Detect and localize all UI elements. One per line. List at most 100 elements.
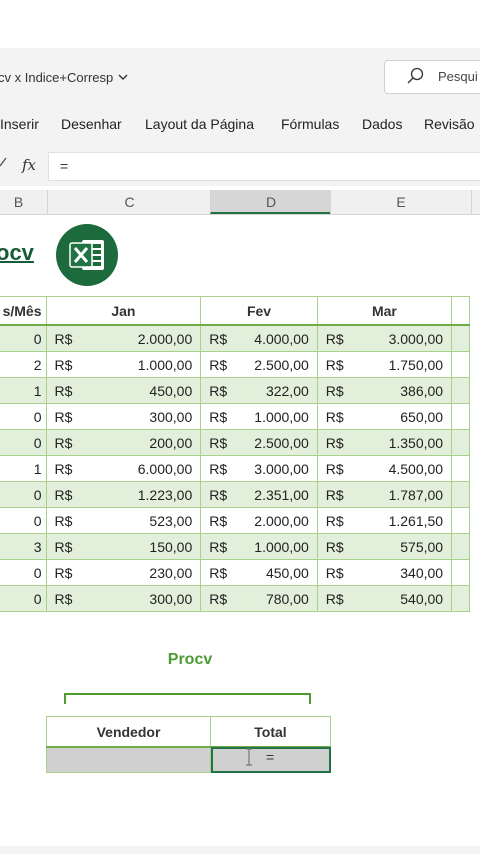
- mar-value-cell[interactable]: 540,00: [355, 585, 453, 612]
- currency-cell[interactable]: R$: [45, 533, 98, 560]
- currency-cell[interactable]: R$: [316, 507, 356, 534]
- chevron-down-icon[interactable]: [117, 70, 129, 85]
- currency-cell[interactable]: R$: [200, 324, 240, 352]
- formula-input[interactable]: [48, 152, 480, 181]
- insert-function-icon[interactable]: fx: [22, 156, 36, 174]
- currency-cell[interactable]: R$: [200, 507, 240, 534]
- fev-value-cell[interactable]: 2.500,00: [239, 429, 318, 456]
- vendedor-input-cell[interactable]: [46, 746, 211, 773]
- currency-cell[interactable]: R$: [200, 481, 240, 508]
- seller-id-cell[interactable]: 0: [0, 324, 47, 352]
- currency-cell[interactable]: R$: [316, 324, 356, 352]
- jan-value-cell[interactable]: 300,00: [97, 585, 202, 612]
- lookup-header-total[interactable]: Total: [210, 716, 331, 748]
- seller-id-cell[interactable]: 0: [0, 559, 47, 586]
- currency-cell[interactable]: R$: [200, 559, 240, 586]
- next-column-cell[interactable]: [451, 403, 470, 430]
- currency-cell[interactable]: R$: [316, 585, 356, 612]
- currency-cell[interactable]: R$: [200, 533, 240, 560]
- tab-desenhar[interactable]: Desenhar: [61, 116, 122, 132]
- currency-cell[interactable]: R$: [200, 455, 240, 482]
- seller-id-cell[interactable]: 0: [0, 481, 47, 508]
- currency-cell[interactable]: R$: [45, 377, 98, 404]
- seller-id-cell[interactable]: 0: [0, 429, 47, 456]
- currency-cell[interactable]: R$: [45, 403, 98, 430]
- fev-value-cell[interactable]: 3.000,00: [239, 455, 318, 482]
- tab-inserir[interactable]: Inserir: [0, 116, 39, 132]
- currency-cell[interactable]: R$: [45, 324, 98, 352]
- currency-cell[interactable]: R$: [200, 377, 240, 404]
- next-column-cell[interactable]: [451, 507, 470, 534]
- seller-id-cell[interactable]: 3: [0, 533, 47, 560]
- next-column-cell[interactable]: [451, 455, 470, 482]
- currency-cell[interactable]: R$: [316, 429, 356, 456]
- currency-cell[interactable]: R$: [316, 455, 356, 482]
- jan-value-cell[interactable]: 450,00: [97, 377, 202, 404]
- tab-revisao[interactable]: Revisão: [424, 116, 475, 132]
- currency-cell[interactable]: R$: [200, 403, 240, 430]
- next-column-cell[interactable]: [451, 324, 470, 352]
- fev-value-cell[interactable]: 1.000,00: [239, 403, 318, 430]
- currency-cell[interactable]: R$: [316, 533, 356, 560]
- seller-id-cell[interactable]: 0: [0, 403, 47, 430]
- fev-value-cell[interactable]: 2.500,00: [239, 351, 318, 378]
- jan-value-cell[interactable]: 1.000,00: [97, 351, 202, 378]
- jan-value-cell[interactable]: 2.000,00: [97, 324, 202, 352]
- header-cell-fev[interactable]: Fev: [200, 296, 318, 326]
- mar-value-cell[interactable]: 3.000,00: [355, 324, 453, 352]
- enter-check-icon[interactable]: [0, 156, 10, 175]
- fev-value-cell[interactable]: 2.000,00: [239, 507, 318, 534]
- formula-value[interactable]: =: [60, 158, 68, 174]
- seller-id-cell[interactable]: 1: [0, 377, 47, 404]
- next-column-cell[interactable]: [451, 377, 470, 404]
- header-cell-seller-month[interactable]: s/Mês: [0, 296, 47, 326]
- currency-cell[interactable]: R$: [45, 559, 98, 586]
- mar-value-cell[interactable]: 575,00: [355, 533, 453, 560]
- fev-value-cell[interactable]: 2.351,00: [239, 481, 318, 508]
- column-header-c[interactable]: C: [47, 190, 211, 214]
- currency-cell[interactable]: R$: [45, 507, 98, 534]
- column-header-b[interactable]: B: [0, 190, 47, 214]
- currency-cell[interactable]: R$: [45, 351, 98, 378]
- lookup-header-vendedor[interactable]: Vendedor: [46, 716, 211, 748]
- next-column-cell[interactable]: [451, 429, 470, 456]
- currency-cell[interactable]: R$: [45, 481, 98, 508]
- mar-value-cell[interactable]: 340,00: [355, 559, 453, 586]
- jan-value-cell[interactable]: 200,00: [97, 429, 202, 456]
- fev-value-cell[interactable]: 4.000,00: [239, 324, 318, 352]
- jan-value-cell[interactable]: 523,00: [97, 507, 202, 534]
- mar-value-cell[interactable]: 4.500,00: [355, 455, 453, 482]
- jan-value-cell[interactable]: 6.000,00: [97, 455, 202, 482]
- fev-value-cell[interactable]: 450,00: [239, 559, 318, 586]
- currency-cell[interactable]: R$: [316, 481, 356, 508]
- active-cell-value[interactable]: =: [266, 749, 274, 765]
- fev-value-cell[interactable]: 322,00: [239, 377, 318, 404]
- jan-value-cell[interactable]: 150,00: [97, 533, 202, 560]
- next-column-cell[interactable]: [451, 351, 470, 378]
- document-title-text[interactable]: cv x Indice+Corresp: [0, 70, 113, 85]
- currency-cell[interactable]: R$: [200, 351, 240, 378]
- mar-value-cell[interactable]: 1.750,00: [355, 351, 453, 378]
- header-cell-jan[interactable]: Jan: [45, 296, 202, 326]
- search-placeholder[interactable]: Pesqui: [438, 69, 478, 84]
- seller-id-cell[interactable]: 2: [0, 351, 47, 378]
- tab-layout-da-pagina[interactable]: Layout da Página: [145, 116, 254, 132]
- jan-value-cell[interactable]: 230,00: [97, 559, 202, 586]
- currency-cell[interactable]: R$: [45, 429, 98, 456]
- next-column-cell[interactable]: [451, 533, 470, 560]
- fev-value-cell[interactable]: 780,00: [239, 585, 318, 612]
- mar-value-cell[interactable]: 650,00: [355, 403, 453, 430]
- fev-value-cell[interactable]: 1.000,00: [239, 533, 318, 560]
- tab-dados[interactable]: Dados: [362, 116, 402, 132]
- next-column-cell[interactable]: [451, 481, 470, 508]
- jan-value-cell[interactable]: 300,00: [97, 403, 202, 430]
- next-column-cell[interactable]: [451, 559, 470, 586]
- column-header-d[interactable]: D: [210, 190, 331, 214]
- currency-cell[interactable]: R$: [316, 403, 356, 430]
- seller-id-cell[interactable]: 0: [0, 507, 47, 534]
- search-icon[interactable]: [406, 66, 426, 86]
- document-title[interactable]: cv x Indice+Corresp: [0, 70, 129, 85]
- currency-cell[interactable]: R$: [200, 585, 240, 612]
- seller-id-cell[interactable]: 1: [0, 455, 47, 482]
- mar-value-cell[interactable]: 1.261,50: [355, 507, 453, 534]
